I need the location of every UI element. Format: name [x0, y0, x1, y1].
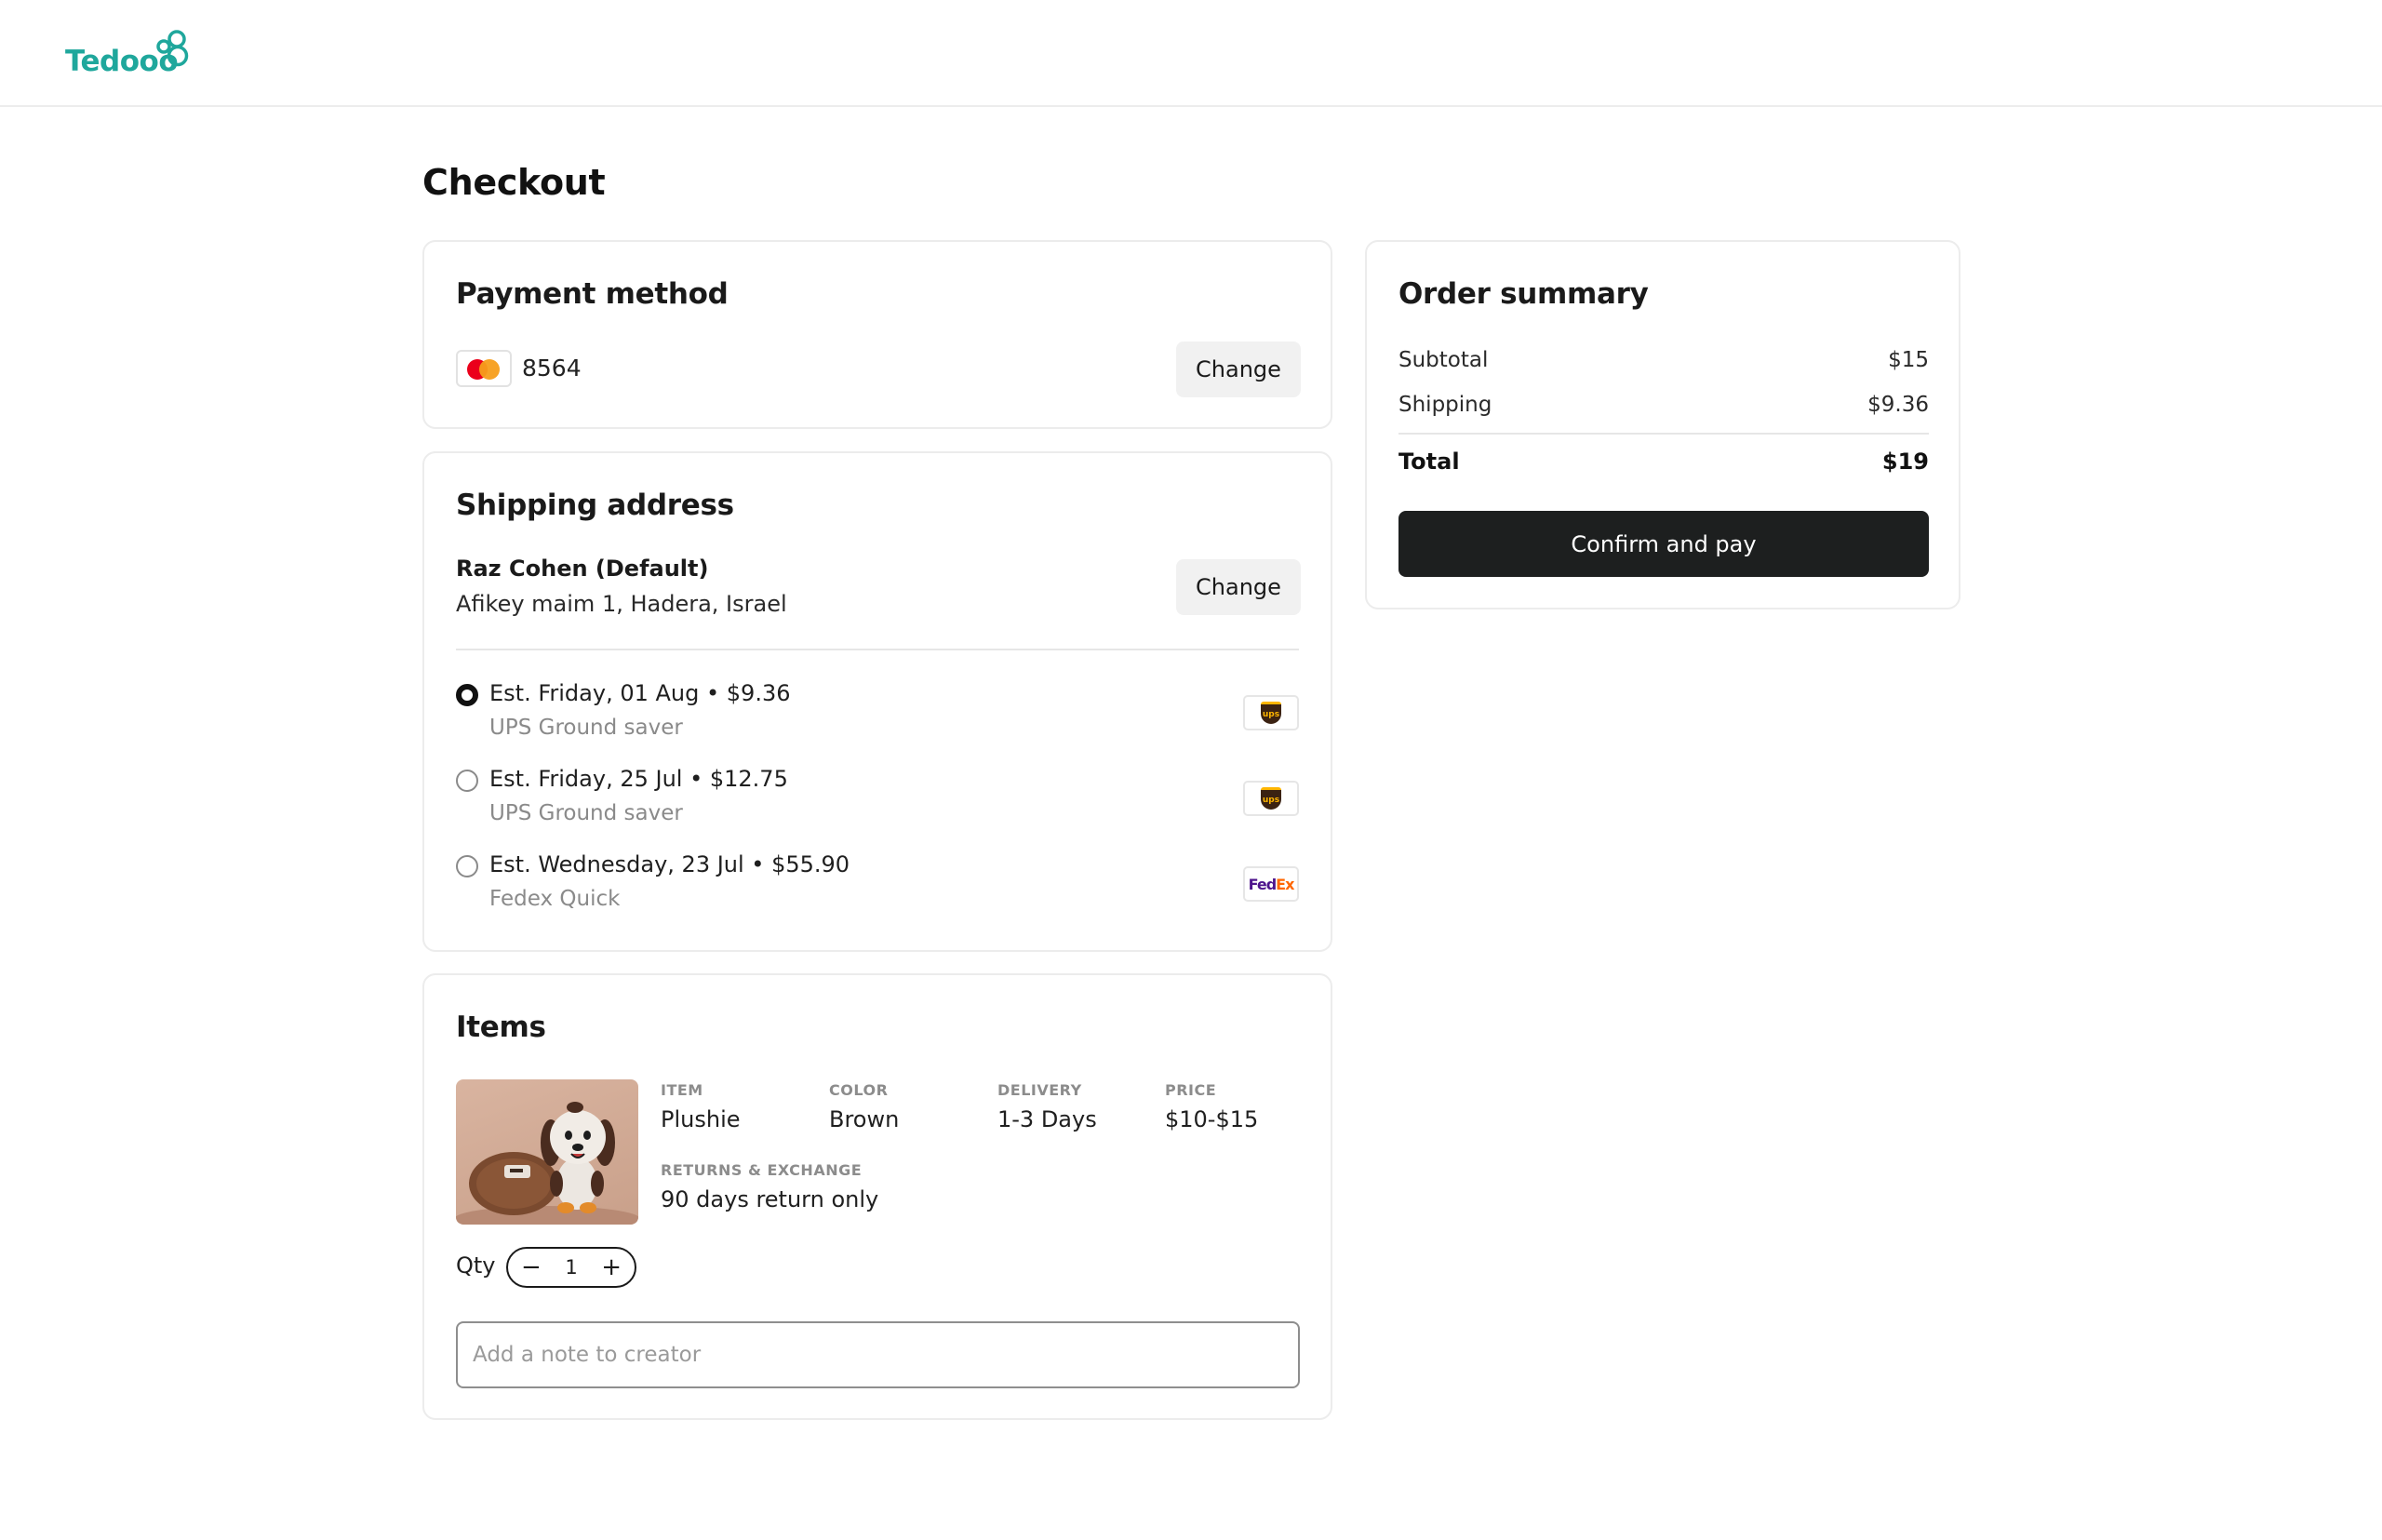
item-label: ITEM — [661, 1081, 703, 1099]
item-value: Plushie — [661, 1106, 741, 1132]
shipping-option-carrier: Fedex Quick — [489, 887, 621, 911]
items-card: Items ITEM Plushie COLOR Brown DELIVERY … — [422, 973, 1332, 1420]
address-line: Afikey maim 1, Hadera, Israel — [456, 591, 787, 617]
shipping-option-carrier: UPS Ground saver — [489, 801, 683, 825]
plushie-photo — [456, 1079, 638, 1225]
top-navigation-bar: Tedooo — [0, 0, 2382, 107]
address-name: Raz Cohen (Default) — [456, 556, 709, 582]
subtotal-value: $15 — [1888, 348, 1929, 372]
shipping-option[interactable]: Est. Friday, 01 Aug • $9.36 UPS Ground s… — [456, 680, 1299, 755]
shipping-option-title: Est. Friday, 25 Jul • $12.75 — [489, 766, 788, 792]
shipping-address-title: Shipping address — [456, 489, 734, 522]
delivery-label: DELIVERY — [997, 1081, 1082, 1099]
fedex-logo-icon: FedEx — [1243, 866, 1299, 902]
card-last4: 8564 — [522, 355, 582, 382]
quantity-stepper: − 1 + — [506, 1247, 636, 1288]
logo-bubbles-icon — [156, 30, 189, 67]
returns-value: 90 days return only — [661, 1186, 879, 1212]
order-summary-title: Order summary — [1398, 277, 1649, 311]
plushie-illustration — [456, 1102, 638, 1225]
shipping-option[interactable]: Est. Friday, 25 Jul • $12.75 UPS Ground … — [456, 766, 1299, 840]
delivery-value: 1-3 Days — [997, 1106, 1097, 1132]
price-field: PRICE $10-$15 — [1165, 1081, 1258, 1132]
color-field: COLOR Brown — [829, 1081, 899, 1132]
color-label: COLOR — [829, 1081, 889, 1099]
returns-field: RETURNS & EXCHANGE 90 days return only — [661, 1161, 878, 1212]
total-label: Total — [1398, 449, 1460, 475]
total-value: $19 — [1881, 449, 1929, 475]
price-label: PRICE — [1165, 1081, 1217, 1099]
radio-unselected[interactable] — [456, 770, 478, 792]
delivery-field: DELIVERY 1-3 Days — [997, 1081, 1097, 1132]
tedooo-logo[interactable]: Tedooo — [65, 30, 189, 78]
quantity-value: 1 — [565, 1256, 578, 1279]
divider — [1398, 433, 1929, 435]
subtotal-label: Subtotal — [1398, 348, 1489, 372]
payment-method-card: Payment method 8564 Change — [422, 240, 1332, 429]
radio-unselected[interactable] — [456, 855, 478, 877]
color-value: Brown — [829, 1106, 900, 1132]
shipping-row: Shipping $9.36 — [1398, 393, 1929, 417]
shipping-option[interactable]: Est. Wednesday, 23 Jul • $55.90 Fedex Qu… — [456, 851, 1299, 926]
minus-icon[interactable]: − — [521, 1255, 542, 1279]
item-field: ITEM Plushie — [661, 1081, 741, 1132]
plus-icon[interactable]: + — [601, 1255, 622, 1279]
shipping-label: Shipping — [1398, 393, 1492, 417]
divider — [456, 649, 1299, 650]
payment-method-title: Payment method — [456, 277, 729, 311]
shipping-option-title: Est. Friday, 01 Aug • $9.36 — [489, 680, 791, 706]
ups-logo-icon: ups — [1243, 781, 1299, 816]
radio-selected[interactable] — [456, 684, 478, 706]
total-row: Total $19 — [1398, 449, 1929, 475]
shipping-option-carrier: UPS Ground saver — [489, 716, 683, 740]
confirm-and-pay-button[interactable]: Confirm and pay — [1398, 511, 1929, 577]
ups-logo-icon: ups — [1243, 695, 1299, 730]
shipping-value: $9.36 — [1867, 393, 1929, 417]
price-value: $10-$15 — [1165, 1106, 1259, 1132]
returns-label: RETURNS & EXCHANGE — [661, 1161, 863, 1179]
qty-label: Qty — [456, 1252, 496, 1279]
order-summary-card: Order summary Subtotal $15 Shipping $9.3… — [1365, 240, 1960, 609]
shipping-address-card: Shipping address Raz Cohen (Default) Afi… — [422, 451, 1332, 952]
mastercard-icon — [456, 350, 512, 387]
shipping-option-title: Est. Wednesday, 23 Jul • $55.90 — [489, 851, 850, 877]
items-title: Items — [456, 1011, 546, 1044]
subtotal-row: Subtotal $15 — [1398, 348, 1929, 372]
change-address-button[interactable]: Change — [1176, 559, 1301, 615]
page-title: Checkout — [422, 162, 606, 203]
note-to-creator-input[interactable] — [456, 1321, 1300, 1388]
change-payment-button[interactable]: Change — [1176, 341, 1301, 397]
